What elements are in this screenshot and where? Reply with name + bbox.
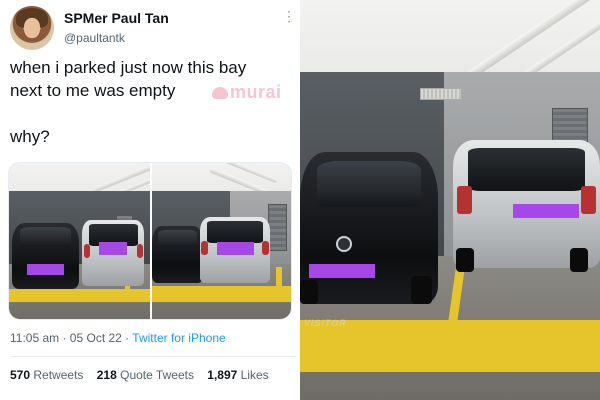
avatar[interactable] bbox=[10, 6, 54, 50]
quotes-stat[interactable]: 218 Quote Tweets bbox=[97, 368, 194, 382]
retweets-stat[interactable]: 570 Retweets bbox=[10, 368, 83, 382]
watermark-text: murai bbox=[230, 82, 282, 102]
timestamp[interactable]: 11:05 am · 05 Oct 22 · bbox=[10, 331, 132, 345]
display-name[interactable]: SPMer Paul Tan bbox=[64, 10, 169, 26]
likes-count: 1,897 bbox=[207, 368, 238, 382]
censored-plate bbox=[99, 242, 128, 255]
retweets-label: Retweets bbox=[33, 368, 84, 382]
avatar-face bbox=[24, 18, 40, 38]
quotes-count: 218 bbox=[96, 368, 117, 382]
quotes-label: Quote Tweets bbox=[120, 368, 194, 382]
likes-stat[interactable]: 1,897 Likes bbox=[207, 368, 268, 382]
more-vertical-icon[interactable]: ⋮ bbox=[282, 8, 296, 25]
tweet-meta: 11:05 am · 05 Oct 22 · Twitter for iPhon… bbox=[10, 331, 226, 345]
tire bbox=[570, 248, 588, 272]
source-link[interactable]: Twitter for iPhone bbox=[132, 331, 225, 345]
bay-line bbox=[152, 286, 291, 303]
tweet-photo-1[interactable] bbox=[9, 163, 150, 319]
tire bbox=[300, 280, 318, 304]
black-car bbox=[11, 223, 80, 290]
tweet-photo-grid bbox=[8, 162, 292, 320]
divider bbox=[10, 356, 296, 357]
likes-label: Likes bbox=[240, 368, 269, 382]
bay-line bbox=[276, 267, 282, 303]
watermark: murai bbox=[212, 82, 282, 103]
vw-logo-icon bbox=[336, 236, 352, 252]
retweets-count: 570 bbox=[10, 368, 31, 382]
user-handle[interactable]: @paultantk bbox=[64, 31, 125, 45]
censored-plate bbox=[309, 264, 375, 278]
tire bbox=[456, 248, 474, 272]
wall-door bbox=[267, 204, 288, 252]
tweet-stats: 570 Retweets 218 Quote Tweets 1,897 Like… bbox=[10, 368, 269, 382]
tweet-card: SPMer Paul Tan @paultantk ⋮ when i parke… bbox=[0, 0, 300, 400]
tire bbox=[411, 276, 432, 304]
black-car bbox=[152, 226, 203, 284]
censored-plate bbox=[513, 204, 579, 218]
censored-plate bbox=[27, 264, 64, 276]
floor-marking-visitor: VISITOR bbox=[302, 318, 348, 328]
censored-plate bbox=[216, 242, 254, 255]
enlarged-photo: VISITOR bbox=[300, 0, 600, 400]
watermark-logo-icon bbox=[212, 87, 228, 99]
tweet-photo-2[interactable] bbox=[152, 163, 291, 319]
wall-vent bbox=[420, 88, 462, 100]
